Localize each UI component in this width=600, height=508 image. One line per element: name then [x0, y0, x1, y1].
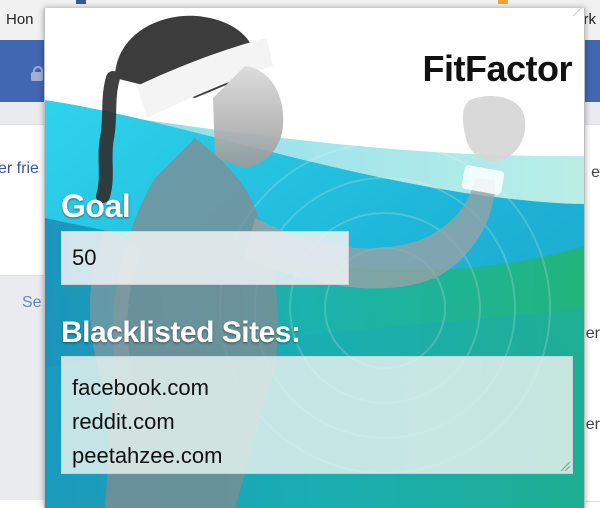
bookmark-right-link[interactable]: rk — [584, 11, 597, 28]
fitfactor-popup: FitFactor Goal Blacklisted Sites: facebo… — [44, 8, 585, 508]
brand-title: FitFactor — [422, 48, 572, 89]
bookmark-favicon — [76, 0, 86, 4]
goal-input[interactable] — [61, 231, 349, 285]
see-more-link[interactable]: Se — [22, 294, 42, 312]
blacklisted-sites-label: Blacklisted Sites: — [61, 316, 301, 349]
bookmark-home-link[interactable]: Hon — [6, 11, 34, 28]
resize-grip-icon[interactable] — [559, 460, 571, 472]
sidebar-text: er — [585, 416, 600, 433]
sidebar-text: e — [591, 164, 600, 181]
goal-label: Goal — [61, 188, 131, 224]
lock-icon — [31, 66, 43, 81]
blacklisted-sites-textarea[interactable]: facebook.com reddit.com peetahzee.com — [61, 356, 573, 474]
extension-toolbar-icon[interactable] — [498, 0, 508, 4]
sidebar-text: er — [585, 325, 600, 342]
find-friends-link[interactable]: er frie — [0, 160, 39, 178]
feed-card-left — [0, 124, 47, 276]
